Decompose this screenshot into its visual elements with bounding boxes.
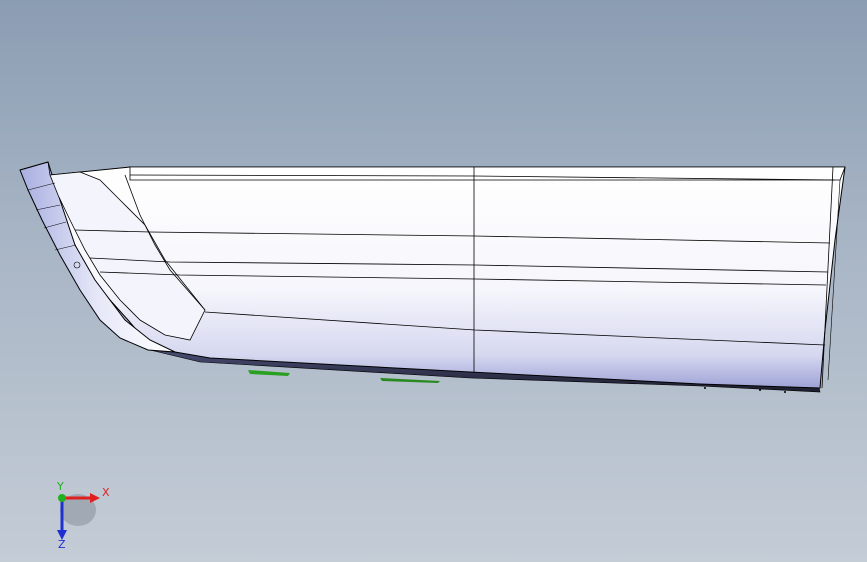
keel-green-mark <box>248 370 290 376</box>
stern-dot-3 <box>784 391 786 393</box>
bow-hole <box>73 261 81 269</box>
deck-rim <box>129 166 846 181</box>
stern-dot-1 <box>704 387 706 389</box>
boat-hull-model[interactable] <box>0 0 867 562</box>
triad-z-label: Z <box>58 538 66 550</box>
triad-x-label: X <box>102 486 110 499</box>
triad-y-label: Y <box>56 480 64 493</box>
triad-x-arrow <box>90 493 100 503</box>
keel-green-mark-2 <box>380 378 440 383</box>
stern-dot-2 <box>759 389 761 391</box>
orientation-triad[interactable]: X Y Z <box>40 480 130 550</box>
triad-y-axis <box>58 494 66 502</box>
graphics-viewport[interactable]: X Y Z <box>0 0 867 562</box>
